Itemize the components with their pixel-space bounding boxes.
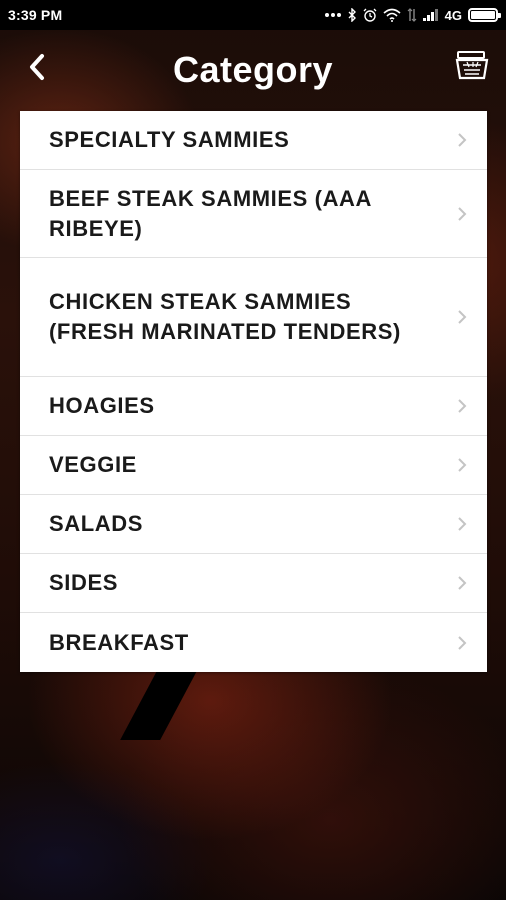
battery-icon [468, 8, 501, 22]
back-button[interactable] [14, 46, 60, 92]
alarm-icon [363, 8, 377, 22]
category-label: BEEF STEAK SAMMIES (AAA RIBEYE) [49, 185, 372, 241]
chevron-right-icon [458, 576, 467, 590]
app-screen: 3:39 PM 4G Category SPECIALTY SAMMIES BE… [0, 0, 506, 900]
list-item[interactable]: SALADS [20, 495, 487, 554]
signal-icon [422, 9, 439, 21]
network-type: 4G [444, 7, 462, 23]
category-label: VEGGIE [49, 452, 137, 477]
header: Category [0, 30, 506, 110]
wifi-icon [383, 8, 401, 22]
signal-strength-icon [407, 8, 417, 22]
chevron-right-icon [458, 310, 467, 324]
status-time: 3:39 PM [8, 7, 63, 23]
chevron-right-icon [458, 399, 467, 413]
category-label: CHICKEN STEAK SAMMIES (FRESH MARINATED T… [49, 289, 401, 344]
category-list: SPECIALTY SAMMIES BEEF STEAK SAMMIES (AA… [20, 111, 487, 672]
chevron-right-icon [458, 458, 467, 472]
status-icons: 4G [324, 7, 501, 23]
cart-button[interactable] [452, 48, 492, 88]
chevron-right-icon [458, 635, 467, 650]
chevron-right-icon [458, 206, 467, 221]
more-dots-icon [324, 12, 341, 18]
chevron-left-icon [27, 53, 47, 86]
category-label: BREAKFAST [49, 629, 189, 655]
chevron-right-icon [458, 133, 467, 147]
list-item[interactable]: BEEF STEAK SAMMIES (AAA RIBEYE) [20, 170, 487, 258]
category-label: SALADS [49, 511, 144, 536]
list-item[interactable]: BREAKFAST [20, 613, 487, 672]
list-item[interactable]: HOAGIES [20, 377, 487, 436]
category-label: HOAGIES [49, 393, 155, 418]
page-title: Category [172, 49, 334, 90]
list-item[interactable]: SIDES [20, 554, 487, 613]
chevron-right-icon [458, 517, 467, 531]
status-bar: 3:39 PM 4G [0, 0, 506, 30]
list-item[interactable]: SPECIALTY SAMMIES [20, 111, 487, 170]
cart-icon [455, 50, 489, 87]
list-item[interactable]: CHICKEN STEAK SAMMIES (FRESH MARINATED T… [20, 258, 487, 377]
category-label: SPECIALTY SAMMIES [49, 127, 290, 152]
bluetooth-icon [347, 8, 357, 22]
category-label: SIDES [49, 570, 119, 595]
list-item[interactable]: VEGGIE [20, 436, 487, 495]
